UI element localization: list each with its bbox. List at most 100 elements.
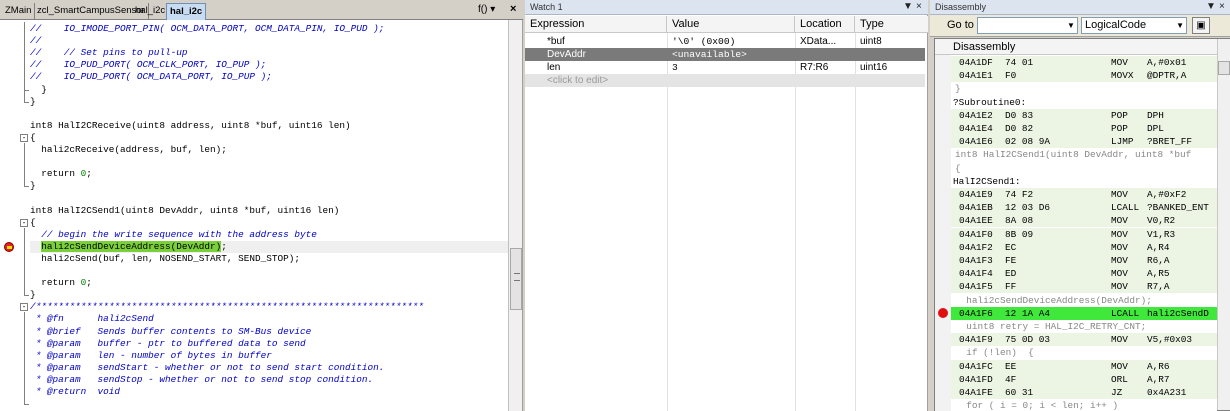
source-line[interactable]: if (!len) { <box>951 346 1217 360</box>
disassembly-vertical-scrollbar[interactable] <box>1217 39 1230 410</box>
instruction-line[interactable]: 04A1DF 74 01 MOV A,#0x01 <box>951 56 1217 69</box>
code-line[interactable]: // IO_PUD_PORT( OCM_DATA_PORT, IO_PUP ); <box>30 71 272 83</box>
disassembly-lines[interactable]: 04A1DF 74 01 MOV A,#0x01 04A1E1 F0 MOVX @DPTR,A… <box>951 55 1217 411</box>
column-type[interactable]: Type <box>855 16 928 33</box>
goto-input[interactable] <box>977 17 1078 34</box>
source-line[interactable]: for ( i = 0; i < len; i++ ) <box>951 399 1217 411</box>
disassembly-view[interactable]: Disassembly 04A1DF 74 01 MOV A,#0x01 04A1E1 F… <box>934 38 1230 411</box>
breakpoint-gutter[interactable] <box>935 55 951 411</box>
close-icon[interactable]: × <box>1219 1 1225 13</box>
watch-cell-value[interactable]: '\0' (0x00) <box>667 35 795 48</box>
code-line[interactable]: * @fn hali2cSend <box>30 313 154 325</box>
pin-icon[interactable]: ▼ <box>903 1 913 13</box>
code-line[interactable]: } <box>30 180 36 192</box>
instruction-line[interactable]: 04A1F9 75 0D 03 MOV V5,#0x03 <box>951 333 1217 347</box>
instruction-line[interactable]: 04A1E1 F0 MOVX @DPTR,A <box>951 69 1217 83</box>
fold-toggle-icon[interactable]: - <box>20 133 28 142</box>
source-line[interactable]: } <box>951 82 1217 96</box>
instruction-line[interactable]: 04A1EE 8A 08 MOV V0,R2 <box>951 214 1217 228</box>
code-line[interactable]: } <box>30 289 36 301</box>
instruction-line[interactable]: 04A1F5 FF MOV R7,A <box>951 280 1217 294</box>
instruction-line[interactable]: 04A1E4 D0 82 POP DPL <box>951 122 1217 135</box>
instruction-line[interactable]: 04A1F2 EC MOV A,R4 <box>951 240 1217 254</box>
watch-cell-value[interactable]: 3 <box>667 61 795 74</box>
code-line[interactable]: } <box>30 84 47 96</box>
code-line[interactable]: hali2cSend(buf, len, NOSEND_START, SEND_… <box>30 253 300 265</box>
watch-add-row[interactable]: <click to edit> <box>525 74 925 87</box>
code-mode-select[interactable]: LogicalCode ▼ <box>1081 17 1187 34</box>
instruction-line[interactable]: 04A1FD 4F ORL A,R7 <box>951 372 1217 386</box>
fold-toggle-icon[interactable]: - <box>20 218 28 227</box>
code-line[interactable]: } <box>30 96 36 108</box>
watch-cell-value[interactable] <box>667 74 795 87</box>
tab-hal-i2c-active[interactable]: hal_i2c <box>166 3 207 20</box>
code-line[interactable]: * @return void <box>30 386 120 398</box>
code-line[interactable]: hali2cSendDeviceAddress(DevAddr); <box>30 240 227 253</box>
code-line[interactable]: return 0; <box>30 168 92 180</box>
code-line[interactable]: * @param sendStart - whether or not to s… <box>30 362 385 374</box>
instruction-line[interactable]: 04A1EB 12 03 D6 LCALL ?BANKED_ENT <box>951 201 1217 215</box>
instruction-line[interactable]: 04A1F0 8B 09 MOV V1,R3 <box>951 227 1217 241</box>
code-line[interactable]: int8 HalI2CSend1(uint8 DevAddr, uint8 *b… <box>30 205 339 217</box>
source-line[interactable]: hali2cSendDeviceAddress(DevAddr); <box>951 293 1217 307</box>
instruction-line[interactable]: 04A1E2 D0 83 POP DPH <box>951 108 1217 122</box>
instruction-line[interactable]: 04A1F4 ED MOV A,R5 <box>951 267 1217 281</box>
instruction-line[interactable]: 04A1FC EE MOV A,R6 <box>951 359 1217 373</box>
label-line[interactable]: ?Subroutine0: <box>951 95 1217 109</box>
watch-cell-value[interactable]: <unavailable> <box>667 48 795 61</box>
fold-toggle-icon[interactable]: - <box>20 303 28 312</box>
code-line[interactable]: { <box>30 217 36 229</box>
code-line[interactable]: return 0; <box>30 277 92 289</box>
code-line[interactable]: * @param len - number of bytes in buffer <box>30 350 272 362</box>
tab-zmain[interactable]: ZMain <box>2 3 36 20</box>
code-line[interactable]: // IO_PUD_PORT( OCM_CLK_PORT, IO_PUP ); <box>30 59 266 71</box>
watch-cell-expr[interactable]: len <box>525 61 667 74</box>
code-area[interactable]: // IO_IMODE_PORT_PIN( OCM_DATA_PORT, OCM… <box>30 20 508 411</box>
pin-icon[interactable]: ▼ <box>1206 1 1216 13</box>
document-icon[interactable]: ▣ <box>1192 17 1210 34</box>
chevron-down-icon[interactable]: ▼ <box>1064 17 1078 34</box>
column-expression[interactable]: Expression <box>525 16 667 33</box>
instruction-line[interactable]: 04A1FE 60 31 JZ 0x4A231 <box>951 386 1217 399</box>
breakpoint-current-icon[interactable] <box>4 241 14 252</box>
code-line[interactable]: { <box>30 132 36 144</box>
code-line[interactable]: // IO_IMODE_PORT_PIN( OCM_DATA_PORT, OCM… <box>30 23 384 35</box>
code-line[interactable]: // begin the write sequence with the add… <box>30 229 317 241</box>
watch-cell-expr[interactable]: <click to edit> <box>525 74 667 87</box>
column-value[interactable]: Value <box>667 16 795 33</box>
column-location[interactable]: Location <box>795 16 855 33</box>
close-icon[interactable]: × <box>510 3 516 15</box>
source-line[interactable]: { <box>951 161 1217 175</box>
code-line[interactable]: int8 HalI2CReceive(uint8 address, uint8 … <box>30 120 351 132</box>
code-line[interactable]: // // Set pins to pull-up <box>30 47 188 59</box>
tab-hal-i2c[interactable]: hal_i2c <box>132 3 170 20</box>
watch-cell-expr[interactable]: DevAddr <box>525 48 667 61</box>
column-divider <box>855 33 856 411</box>
label-line[interactable]: HalI2CSend1: <box>951 174 1217 188</box>
breakpoint-icon[interactable] <box>938 307 948 318</box>
code-line[interactable]: * @param sendStop - whether or not to se… <box>30 374 374 386</box>
code-line[interactable]: hali2cReceive(address, buf, len); <box>30 144 227 156</box>
scrollbar-thumb[interactable] <box>510 248 522 310</box>
editor-vertical-scrollbar[interactable] <box>508 20 522 411</box>
instruction-bytes: 74 01 <box>1005 57 1034 68</box>
code-line[interactable]: * @param buffer - ptr to buffered data t… <box>30 338 306 350</box>
function-list-button[interactable]: f() ▾ <box>478 4 495 15</box>
code-line[interactable]: /***************************************… <box>30 301 424 313</box>
instruction-line[interactable]: 04A1F3 FE MOV R6,A <box>951 254 1217 267</box>
instruction-bytes: EC <box>1005 241 1017 253</box>
instruction-line[interactable]: 04A1F6 12 1A A4 LCALL hali2cSendD <box>951 306 1217 320</box>
watch-row[interactable]: DevAddr <unavailable> <box>525 48 925 61</box>
scrollbar-thumb[interactable] <box>1218 61 1230 75</box>
watch-row[interactable]: len 3 R7:R6 uint16 <box>525 61 925 74</box>
source-line[interactable]: uint8 retry = HAL_I2C_RETRY_CNT; <box>951 320 1217 333</box>
instruction-line[interactable]: 04A1E6 02 08 9A LJMP ?BRET_FF <box>951 135 1217 149</box>
instruction-line[interactable]: 04A1E9 74 F2 MOV A,#0xF2 <box>951 188 1217 201</box>
watch-row[interactable]: *buf '\0' (0x00) XData... uint8 <box>525 35 925 48</box>
code-line[interactable]: // <box>30 35 41 47</box>
code-line[interactable]: * @brief Sends buffer contents to SM-Bus… <box>30 326 312 338</box>
source-line[interactable]: int8 HalI2CSend1(uint8 DevAddr, uint8 *b… <box>951 148 1217 162</box>
close-icon[interactable]: × <box>916 1 922 13</box>
watch-cell-expr[interactable]: *buf <box>525 35 667 48</box>
breakpoint-gutter[interactable] <box>0 20 18 411</box>
